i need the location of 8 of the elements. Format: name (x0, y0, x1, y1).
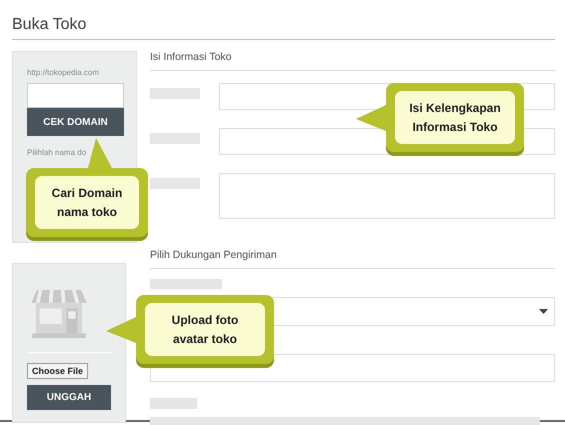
page-title: Buka Toko (12, 16, 555, 40)
callout-text: Isi Kelengkapan Informasi Toko (395, 91, 515, 144)
domain-prefix: http://tokopedia.com (27, 68, 100, 77)
domain-hint: Pilihlah nama do (27, 148, 88, 157)
section-title: Isi Informasi Toko (150, 51, 555, 71)
callout-text: Cari Domain nama toko (35, 176, 139, 230)
section-title: Pilih Dukungan Pengiriman (150, 249, 555, 269)
callout-text: Upload foto avatar toko (145, 303, 265, 356)
